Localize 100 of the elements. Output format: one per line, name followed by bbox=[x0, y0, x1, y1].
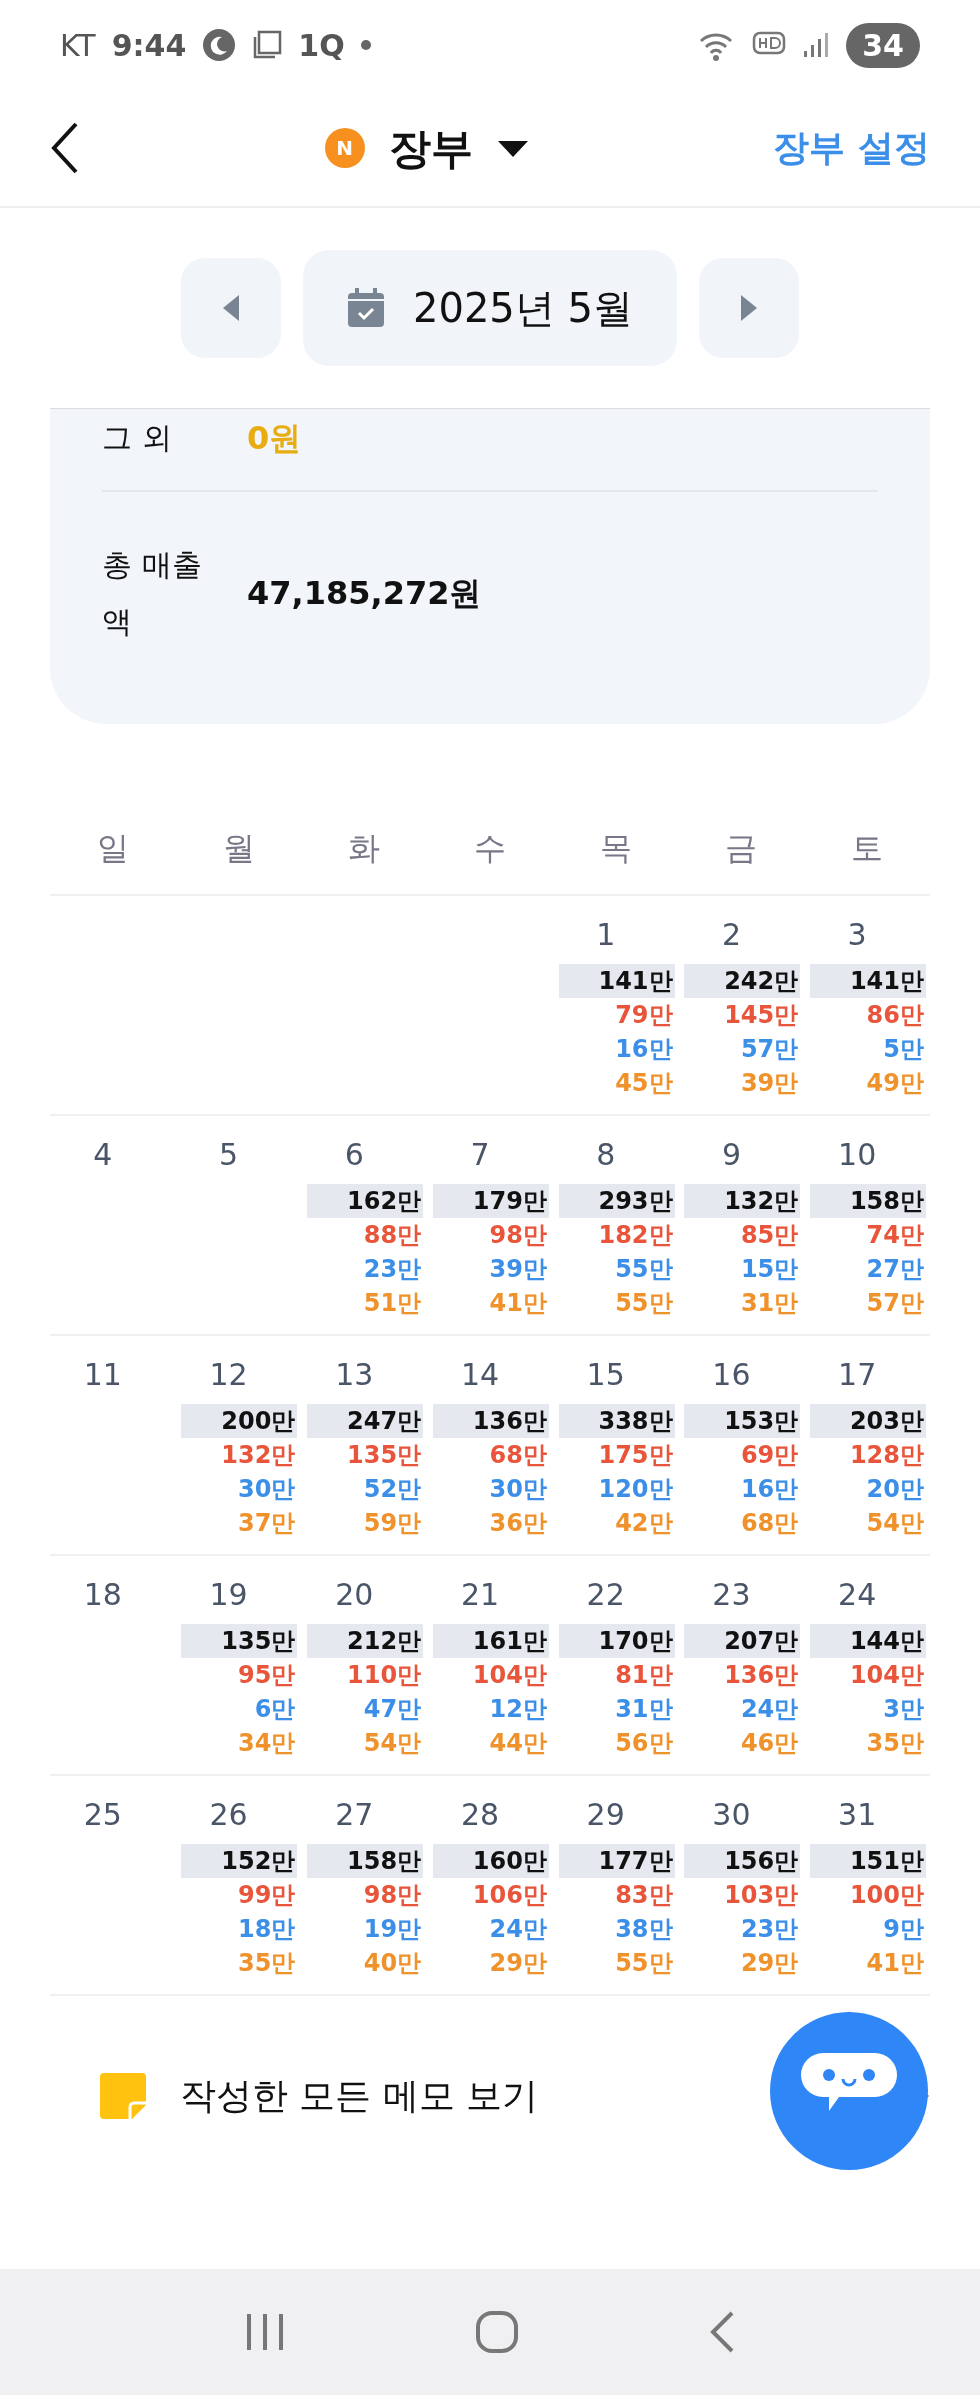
date-number[interactable]: 26 bbox=[175, 1786, 298, 1844]
amount-text: 40만 bbox=[362, 1948, 423, 1979]
amount-text: 37만 bbox=[237, 1508, 297, 1539]
weekday-label: 목 bbox=[598, 828, 633, 869]
amount-text: 55만 bbox=[614, 1254, 674, 1285]
amount-text: 47만 bbox=[362, 1694, 423, 1725]
previous-month-button[interactable] bbox=[181, 258, 281, 358]
amount-text: 31만 bbox=[739, 1288, 800, 1319]
home-icon bbox=[475, 2310, 519, 2354]
right-triangle-icon bbox=[741, 295, 757, 321]
date-number[interactable]: 25 bbox=[50, 1786, 172, 1844]
date-number[interactable]: 7 bbox=[427, 1126, 549, 1184]
amount-text: 152만 bbox=[181, 1844, 298, 1878]
month-selector[interactable]: 2025년 5월 bbox=[303, 250, 677, 366]
date-number[interactable]: 2 bbox=[678, 906, 801, 964]
date-number[interactable]: 28 bbox=[427, 1786, 549, 1844]
weekday-label: 토 bbox=[850, 828, 885, 869]
amount-text: 54만 bbox=[362, 1728, 423, 1759]
amount-text: 120만 bbox=[597, 1474, 674, 1505]
amount-text: 31만 bbox=[614, 1694, 674, 1725]
amount-text: 23만 bbox=[739, 1914, 800, 1945]
amount-text: 30만 bbox=[488, 1474, 548, 1505]
amount-text: 44만 bbox=[488, 1728, 548, 1759]
recent-apps-button[interactable] bbox=[245, 2312, 285, 2352]
date-number[interactable]: 21 bbox=[427, 1566, 549, 1624]
date-number[interactable]: 19 bbox=[175, 1566, 298, 1624]
date-number[interactable]: 12 bbox=[175, 1346, 298, 1404]
date-number[interactable]: 24 bbox=[804, 1566, 926, 1624]
amount-text: 98만 bbox=[362, 1880, 423, 1911]
ledger-badge: N bbox=[324, 128, 365, 168]
amount-text: 16만 bbox=[739, 1474, 800, 1505]
amount-text: 182만 bbox=[597, 1220, 674, 1251]
date-number[interactable]: 23 bbox=[678, 1566, 801, 1624]
battery-indicator: 34 bbox=[846, 22, 920, 68]
amount-text: 203만 bbox=[810, 1404, 926, 1438]
date-number[interactable]: 16 bbox=[678, 1346, 801, 1404]
note-icon bbox=[100, 2073, 146, 2119]
amount-text: 38만 bbox=[614, 1914, 674, 1945]
caret-icon bbox=[496, 138, 529, 159]
date-number[interactable]: 13 bbox=[301, 1346, 424, 1404]
amount-text: 23만 bbox=[362, 1254, 423, 1285]
back-button[interactable] bbox=[50, 121, 80, 175]
amount-text: 135만 bbox=[181, 1624, 298, 1658]
amount-text: 86만 bbox=[865, 1000, 925, 1031]
amount-text: 39만 bbox=[488, 1254, 548, 1285]
amount-text: 156만 bbox=[684, 1844, 801, 1878]
date-number[interactable]: 29 bbox=[552, 1786, 675, 1844]
amount-text: 35만 bbox=[237, 1948, 297, 1979]
amount-text: 145만 bbox=[723, 1000, 800, 1031]
amount-text: 5만 bbox=[882, 1034, 925, 1065]
date-number[interactable]: 22 bbox=[552, 1566, 675, 1624]
amount-text: 141만 bbox=[810, 964, 926, 998]
amount-text: 52만 bbox=[362, 1474, 423, 1505]
amount-text: 158만 bbox=[307, 1844, 424, 1878]
date-number[interactable]: 9 bbox=[678, 1126, 801, 1184]
amount-text: 99만 bbox=[237, 1880, 297, 1911]
amount-text: 36만 bbox=[488, 1508, 548, 1539]
date-number[interactable]: 30 bbox=[678, 1786, 801, 1844]
date-number[interactable]: 4 bbox=[50, 1126, 172, 1184]
amount-text: 175만 bbox=[597, 1440, 674, 1471]
date-number[interactable]: 15 bbox=[552, 1346, 675, 1404]
amount-text: 179만 bbox=[432, 1184, 549, 1218]
date-number[interactable]: 27 bbox=[301, 1786, 424, 1844]
weekday-label: 화 bbox=[347, 828, 382, 869]
date-number[interactable]: 18 bbox=[50, 1566, 172, 1624]
memo-link[interactable]: 작성한 모든 메모 보기 bbox=[50, 1996, 930, 2196]
amount-text: 74만 bbox=[865, 1220, 925, 1251]
date-number[interactable]: 17 bbox=[804, 1346, 926, 1404]
amount-text: 55만 bbox=[614, 1288, 674, 1319]
back-nav-button[interactable] bbox=[709, 2310, 735, 2354]
date-number[interactable]: 31 bbox=[804, 1786, 926, 1844]
amount-text: 151만 bbox=[810, 1844, 926, 1878]
amount-text: 242만 bbox=[684, 964, 801, 998]
amount-text: 3만 bbox=[882, 1694, 925, 1725]
copy-icon bbox=[252, 30, 283, 60]
amount-text: 51만 bbox=[362, 1288, 423, 1319]
amount-text: 6만 bbox=[253, 1694, 297, 1725]
date-number[interactable]: 8 bbox=[552, 1126, 675, 1184]
amount-text: 54만 bbox=[865, 1508, 925, 1539]
amount-text: 57만 bbox=[739, 1034, 800, 1065]
amount-text: 35만 bbox=[865, 1728, 925, 1759]
recent-apps-icon bbox=[245, 2312, 285, 2352]
amount-text: 247만 bbox=[307, 1404, 424, 1438]
amount-text: 41만 bbox=[488, 1288, 548, 1319]
amount-text: 95만 bbox=[237, 1660, 297, 1691]
amount-text: 207만 bbox=[684, 1624, 801, 1658]
date-number[interactable]: 6 bbox=[301, 1126, 424, 1184]
amount-text: 135만 bbox=[346, 1440, 423, 1471]
date-number[interactable]: 5 bbox=[175, 1126, 298, 1184]
amount-text: 88만 bbox=[362, 1220, 423, 1251]
date-number[interactable]: 3 bbox=[804, 906, 926, 964]
amount-text: 39만 bbox=[739, 1068, 800, 1099]
next-month-button[interactable] bbox=[699, 258, 799, 358]
date-number[interactable]: 1 bbox=[552, 906, 675, 964]
date-number[interactable]: 14 bbox=[427, 1346, 549, 1404]
date-number[interactable]: 10 bbox=[804, 1126, 926, 1184]
date-number[interactable]: 11 bbox=[50, 1346, 172, 1404]
date-number[interactable]: 20 bbox=[301, 1566, 424, 1624]
home-button[interactable] bbox=[475, 2310, 519, 2354]
amount-text: 160만 bbox=[432, 1844, 549, 1878]
